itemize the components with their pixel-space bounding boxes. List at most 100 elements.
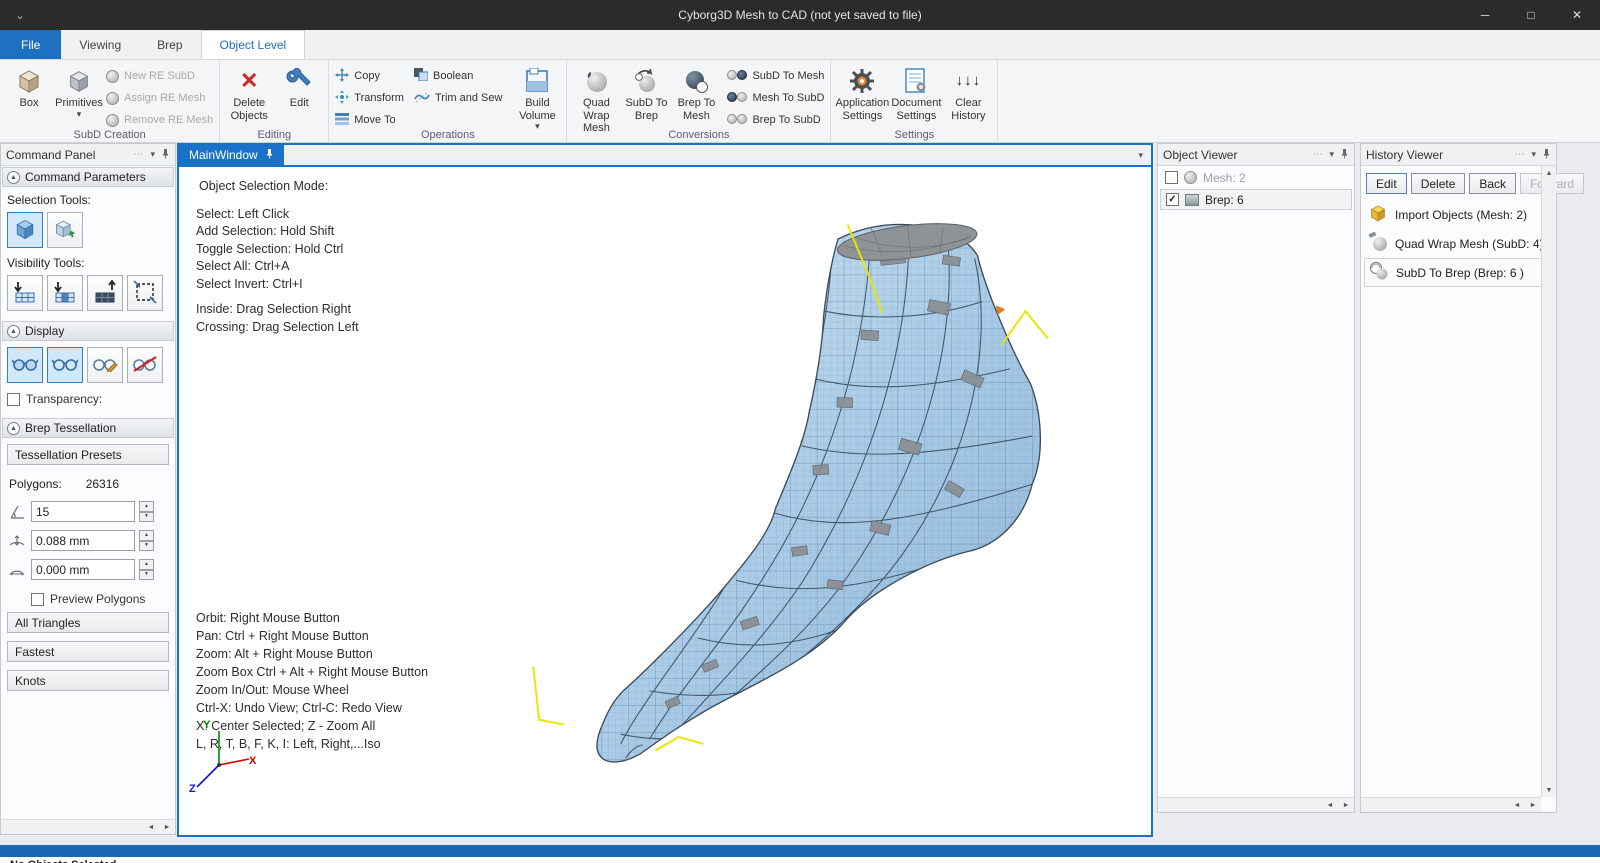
tab-viewing[interactable]: Viewing	[61, 30, 139, 59]
section-display[interactable]: ▲ Display	[2, 321, 174, 341]
scroll-left-button[interactable]: ◄	[143, 820, 159, 834]
command-panel: Command Panel ⋯ ▾ ▲ Command Parameters S…	[0, 143, 176, 835]
edit-button[interactable]: Edit	[276, 63, 322, 110]
pin-icon[interactable]	[1542, 148, 1551, 162]
object-row-mesh[interactable]: Mesh: 2	[1160, 167, 1352, 188]
collapse-chevron-icon: ▲	[7, 171, 20, 184]
trim-and-sew-button[interactable]: Trim and Sew	[414, 90, 502, 106]
history-viewer-vscrollbar[interactable]: ▲ ▼	[1541, 166, 1556, 797]
build-volume-label: Build Volume	[514, 97, 560, 122]
hide-selected-tool-button[interactable]	[7, 275, 43, 311]
chevron-down-icon[interactable]: ▾	[150, 149, 155, 160]
pin-icon[interactable]	[265, 148, 274, 162]
new-re-subd-label: New RE SubD	[124, 70, 195, 82]
transparency-checkbox[interactable]	[7, 393, 20, 406]
delete-objects-button[interactable]: ✕ Delete Objects	[226, 63, 272, 122]
scroll-right-button[interactable]: ►	[1338, 798, 1354, 812]
close-button[interactable]: ✕	[1554, 0, 1600, 30]
primitives-button[interactable]: Primitives ▾	[56, 63, 102, 119]
build-volume-button[interactable]: Build Volume ▾	[514, 63, 560, 131]
box-button[interactable]: Box	[6, 63, 52, 110]
chevron-down-icon[interactable]: ▾	[1130, 145, 1151, 165]
object-row-brep[interactable]: ✓ Brep: 6	[1160, 189, 1352, 210]
tab-object-level[interactable]: Object Level	[201, 30, 306, 59]
show-all-tool-button[interactable]	[87, 275, 123, 311]
all-triangles-button[interactable]: All Triangles	[7, 612, 169, 633]
document-settings-button[interactable]: Document Settings	[891, 63, 941, 122]
spin-down-button[interactable]: ▼	[139, 570, 154, 581]
tab-brep[interactable]: Brep	[139, 30, 200, 59]
knots-button[interactable]: Knots	[7, 670, 169, 691]
spin-down-button[interactable]: ▼	[139, 541, 154, 552]
history-item-quad-wrap-mesh[interactable]: Quad Wrap Mesh (SubD: 4)	[1364, 229, 1553, 258]
boolean-button[interactable]: Boolean	[414, 68, 502, 84]
brep-visibility-checkbox[interactable]: ✓	[1166, 193, 1179, 206]
assign-re-mesh-button[interactable]: Assign RE Mesh	[106, 90, 213, 106]
subd-to-brep-button[interactable]: SubD To Brep	[623, 63, 669, 122]
object-viewer-hscrollbar[interactable]: ◄ ►	[1158, 797, 1354, 812]
angle-input[interactable]	[31, 501, 135, 522]
application-settings-button[interactable]: Application Settings	[837, 63, 887, 122]
chevron-down-icon: ▾	[77, 110, 82, 119]
brep-to-subd-button[interactable]: Brep To SubD	[727, 112, 824, 128]
minimize-button[interactable]: ─	[1462, 0, 1508, 30]
grip-dots-icon: ⋯	[1312, 149, 1323, 160]
history-item-subd-to-brep[interactable]: SubD To Brep (Brep: 6 )	[1364, 258, 1553, 287]
brep-to-mesh-button[interactable]: Brep To Mesh	[673, 63, 719, 122]
chevron-down-icon[interactable]: ▾	[1329, 149, 1334, 160]
tessellation-presets-button[interactable]: Tessellation Presets	[7, 444, 169, 465]
subd-to-mesh-button[interactable]: SubD To Mesh	[727, 68, 824, 84]
display-wireframe-button[interactable]	[47, 347, 83, 383]
command-panel-hscrollbar[interactable]: ◄ ►	[1, 819, 175, 834]
pin-icon[interactable]	[1340, 148, 1349, 162]
move-to-button[interactable]: Move To	[335, 112, 404, 128]
transform-arrows-icon	[335, 90, 349, 107]
quick-access-caret-icon[interactable]: ⌄	[0, 9, 40, 22]
tab-file[interactable]: File	[0, 30, 61, 59]
history-viewer-hscrollbar[interactable]: ◄ ►	[1361, 797, 1541, 812]
maximize-button[interactable]: □	[1508, 0, 1554, 30]
isolate-selection-tool-button[interactable]	[127, 275, 163, 311]
brep-to-subd-label: Brep To SubD	[752, 114, 820, 126]
viewport-canvas[interactable]: Object Selection Mode: Select: Left Clic…	[179, 167, 1151, 813]
display-edit-button[interactable]	[87, 347, 123, 383]
spin-down-button[interactable]: ▼	[139, 512, 154, 523]
edge-length-input[interactable]	[31, 559, 135, 580]
remove-re-mesh-button[interactable]: Remove RE Mesh	[106, 112, 213, 128]
scroll-left-button[interactable]: ◄	[1322, 798, 1338, 812]
copy-button[interactable]: Copy	[335, 68, 404, 84]
clear-history-button[interactable]: ↓↓↓ Clear History	[945, 63, 991, 122]
mesh-visibility-checkbox[interactable]	[1165, 171, 1178, 184]
document-settings-label: Document Settings	[891, 97, 941, 122]
display-off-button[interactable]	[127, 347, 163, 383]
display-shaded-button[interactable]	[7, 347, 43, 383]
scroll-down-button[interactable]: ▼	[1541, 783, 1557, 797]
back-history-button[interactable]: Back	[1469, 173, 1516, 194]
pin-icon[interactable]	[161, 148, 170, 162]
edit-history-button[interactable]: Edit	[1366, 173, 1407, 194]
section-command-parameters[interactable]: ▲ Command Parameters	[2, 167, 174, 187]
scroll-left-button[interactable]: ◄	[1509, 798, 1525, 812]
scroll-right-button[interactable]: ►	[1525, 798, 1541, 812]
hide-unselected-tool-button[interactable]	[47, 275, 83, 311]
delete-history-button[interactable]: Delete	[1411, 173, 1466, 194]
new-re-subd-button[interactable]: New RE SubD	[106, 68, 213, 84]
fastest-button[interactable]: Fastest	[7, 641, 169, 662]
group-label-subd-creation: SubD Creation	[0, 129, 219, 141]
scroll-up-button[interactable]: ▲	[1541, 166, 1557, 180]
select-objects-tool-button[interactable]	[7, 212, 43, 248]
scroll-right-button[interactable]: ►	[159, 820, 175, 834]
chevron-down-icon[interactable]: ▾	[1531, 149, 1536, 160]
tab-mainwindow[interactable]: MainWindow	[179, 145, 284, 165]
quad-wrap-mesh-button[interactable]: Quad Wrap Mesh	[573, 63, 619, 135]
history-item-import-objects[interactable]: Import Objects (Mesh: 2)	[1364, 200, 1553, 229]
distance-input[interactable]	[31, 530, 135, 551]
spin-up-button[interactable]: ▲	[139, 530, 154, 541]
select-subobjects-tool-button[interactable]	[47, 212, 83, 248]
transform-button[interactable]: Transform	[335, 90, 404, 106]
preview-polygons-checkbox[interactable]	[31, 593, 44, 606]
spin-up-button[interactable]: ▲	[139, 501, 154, 512]
section-brep-tessellation[interactable]: ▲ Brep Tessellation	[2, 418, 174, 438]
mesh-to-subd-button[interactable]: Mesh To SubD	[727, 90, 824, 106]
spin-up-button[interactable]: ▲	[139, 559, 154, 570]
